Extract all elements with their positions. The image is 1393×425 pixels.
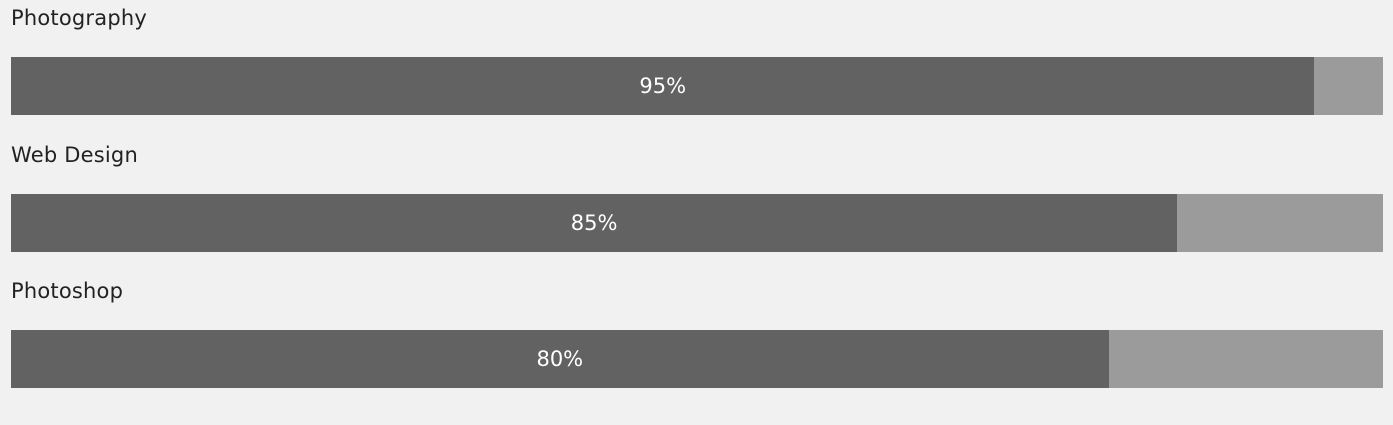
progress-fill: 85%: [11, 194, 1178, 252]
progress-fill: 95%: [11, 57, 1315, 115]
progress-value: 95%: [639, 74, 687, 98]
progress-track: 80%: [11, 330, 1383, 388]
progress-track: 85%: [11, 194, 1383, 252]
skill-photoshop: Photoshop 80%: [11, 279, 1383, 388]
progress-track: 95%: [11, 57, 1383, 115]
progress-value: 80%: [536, 347, 584, 371]
skill-photography: Photography 95%: [11, 6, 1383, 115]
skill-label: Photography: [11, 6, 148, 30]
progress-fill: 80%: [11, 330, 1109, 388]
skills-section: Photography 95% Web Design 85% Photoshop…: [0, 0, 1393, 425]
skill-label: Web Design: [11, 143, 138, 167]
progress-value: 85%: [570, 211, 618, 235]
skill-web-design: Web Design 85%: [11, 143, 1383, 252]
skill-label: Photoshop: [11, 279, 124, 303]
